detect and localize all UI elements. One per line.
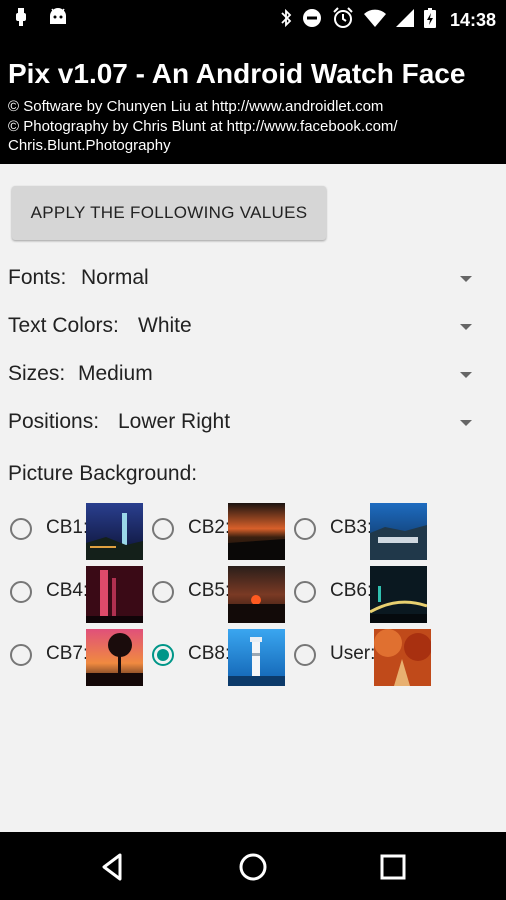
photo-credit-line1: © Photography by Chris Blunt at http://w… <box>8 118 398 135</box>
sizes-value: Medium <box>78 362 153 385</box>
radio-option-cb2[interactable]: CB2: <box>152 503 294 561</box>
option-label: CB2: <box>188 517 231 538</box>
sizes-label: Sizes: <box>8 362 66 385</box>
option-label: CB6: <box>330 580 373 601</box>
positions-spinner[interactable]: Positions: Lower Right <box>8 402 484 442</box>
photo-credit-line2: Chris.Blunt.Photography <box>8 137 171 154</box>
cell-signal-icon <box>395 9 414 32</box>
fonts-value: Normal <box>81 266 149 289</box>
option-label: CB7: <box>46 643 89 664</box>
user-thumbnail <box>374 629 431 686</box>
radio-button[interactable] <box>294 518 316 540</box>
navigation-bar <box>0 832 506 900</box>
radio-button-selected[interactable] <box>152 644 174 666</box>
text-colors-label: Text Colors: <box>8 314 119 337</box>
wifi-icon <box>363 9 386 32</box>
home-icon[interactable] <box>236 850 270 884</box>
radio-option-cb8[interactable]: CB8: <box>152 629 294 687</box>
option-label: CB8: <box>188 643 231 664</box>
cb6-thumbnail <box>370 566 427 623</box>
app-header: Pix v1.07 - An Android Watch Face © Soft… <box>0 36 506 164</box>
option-label: CB3: <box>330 517 373 538</box>
dropdown-arrow-icon <box>460 420 472 426</box>
positions-value: Lower Right <box>118 410 231 433</box>
android-icon <box>48 8 68 31</box>
status-bar: 14:38 <box>0 0 506 36</box>
page-title: Pix v1.07 - An Android Watch Face <box>8 58 466 89</box>
radio-button[interactable] <box>152 518 174 540</box>
cb5-thumbnail <box>228 566 285 623</box>
option-label: CB5: <box>188 580 231 601</box>
fonts-label: Fonts: <box>8 266 67 289</box>
positions-label: Positions: <box>8 410 100 433</box>
radio-button[interactable] <box>10 518 32 540</box>
text-colors-spinner[interactable]: Text Colors: White <box>8 306 484 346</box>
radio-option-cb4[interactable]: CB4: <box>10 566 152 624</box>
radio-option-user[interactable]: User: <box>294 629 436 687</box>
picture-background-heading: Picture Background: <box>8 462 198 485</box>
cb8-thumbnail <box>228 629 285 686</box>
apply-values-button[interactable]: APPLY THE FOLLOWING VALUES <box>12 186 326 240</box>
radio-option-cb3[interactable]: CB3: <box>294 503 436 561</box>
battery-icon <box>423 8 436 33</box>
dropdown-arrow-icon <box>460 324 472 330</box>
fonts-spinner[interactable]: Fonts: Normal <box>8 258 484 298</box>
radio-option-cb7[interactable]: CB7: <box>10 629 152 687</box>
text-colors-value: White <box>138 314 192 337</box>
back-icon[interactable] <box>96 850 130 884</box>
cb7-thumbnail <box>86 629 143 686</box>
dropdown-arrow-icon <box>460 276 472 282</box>
cb2-thumbnail <box>228 503 285 560</box>
status-time: 14:38 <box>449 10 496 30</box>
bluetooth-icon <box>280 8 292 33</box>
option-label: CB4: <box>46 580 89 601</box>
option-label: User: <box>330 643 376 664</box>
cb3-thumbnail <box>370 503 427 560</box>
radio-option-cb1[interactable]: CB1: <box>10 503 152 561</box>
radio-button[interactable] <box>10 581 32 603</box>
software-credit: © Software by Chunyen Liu at http://www.… <box>8 98 384 115</box>
radio-option-cb5[interactable]: CB5: <box>152 566 294 624</box>
radio-button[interactable] <box>294 644 316 666</box>
option-label: CB1: <box>46 517 89 538</box>
settings-panel: APPLY THE FOLLOWING VALUES Fonts: Normal… <box>0 164 506 832</box>
cb4-thumbnail <box>86 566 143 623</box>
sizes-spinner[interactable]: Sizes: Medium <box>8 354 484 394</box>
usb-icon <box>14 8 28 31</box>
radio-button[interactable] <box>294 581 316 603</box>
radio-option-cb6[interactable]: CB6: <box>294 566 436 624</box>
radio-button[interactable] <box>10 644 32 666</box>
do-not-disturb-icon <box>302 8 322 33</box>
radio-button[interactable] <box>152 581 174 603</box>
alarm-icon <box>332 7 354 34</box>
recents-icon[interactable] <box>376 850 410 884</box>
cb1-thumbnail <box>86 503 143 560</box>
dropdown-arrow-icon <box>460 372 472 378</box>
